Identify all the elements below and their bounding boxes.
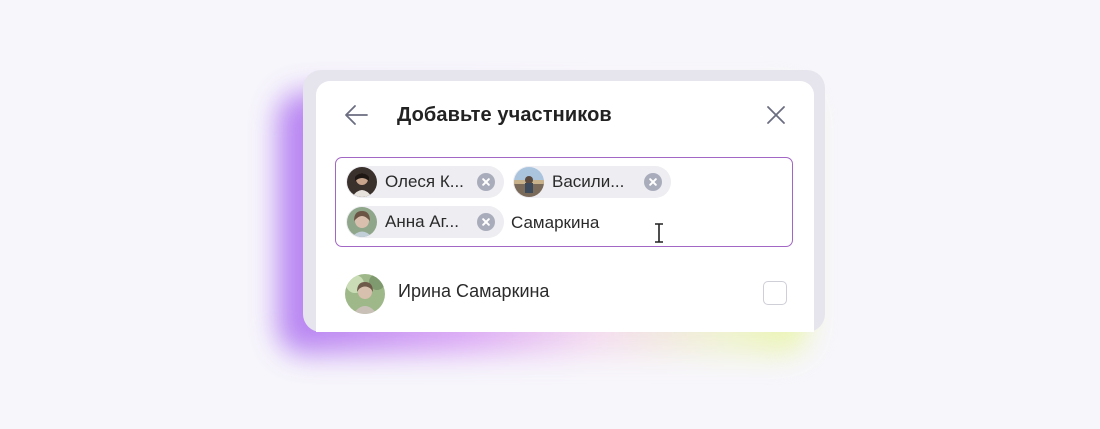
remove-chip-icon[interactable] — [644, 173, 662, 191]
arrow-left-icon — [345, 105, 368, 125]
selected-chip: Олеся К... — [346, 166, 504, 198]
avatar — [347, 207, 377, 237]
text-cursor-icon — [655, 223, 663, 243]
close-icon — [767, 106, 785, 124]
selected-chip: Васили... — [513, 166, 671, 198]
select-checkbox[interactable] — [763, 281, 787, 305]
remove-chip-icon[interactable] — [477, 213, 495, 231]
chip-label: Анна Аг... — [385, 212, 459, 231]
list-item[interactable]: Ирина Самаркина — [316, 271, 814, 315]
avatar — [514, 167, 544, 197]
result-name: Ирина Самаркина — [398, 281, 550, 301]
add-participants-dialog: Добавьте участников Олеся К... Васили...… — [316, 81, 814, 332]
participants-picker[interactable]: Олеся К... Васили... Анна Аг... Самаркин… — [335, 157, 793, 247]
avatar — [347, 167, 377, 197]
back-button[interactable] — [342, 101, 370, 129]
selected-chip: Анна Аг... — [346, 206, 504, 238]
close-button[interactable] — [763, 102, 789, 128]
dialog-title: Добавьте участников — [397, 104, 612, 126]
chip-label: Олеся К... — [385, 172, 464, 191]
avatar — [345, 274, 385, 314]
search-input[interactable] — [511, 210, 661, 236]
chip-label: Васили... — [552, 172, 625, 191]
remove-chip-icon[interactable] — [477, 173, 495, 191]
